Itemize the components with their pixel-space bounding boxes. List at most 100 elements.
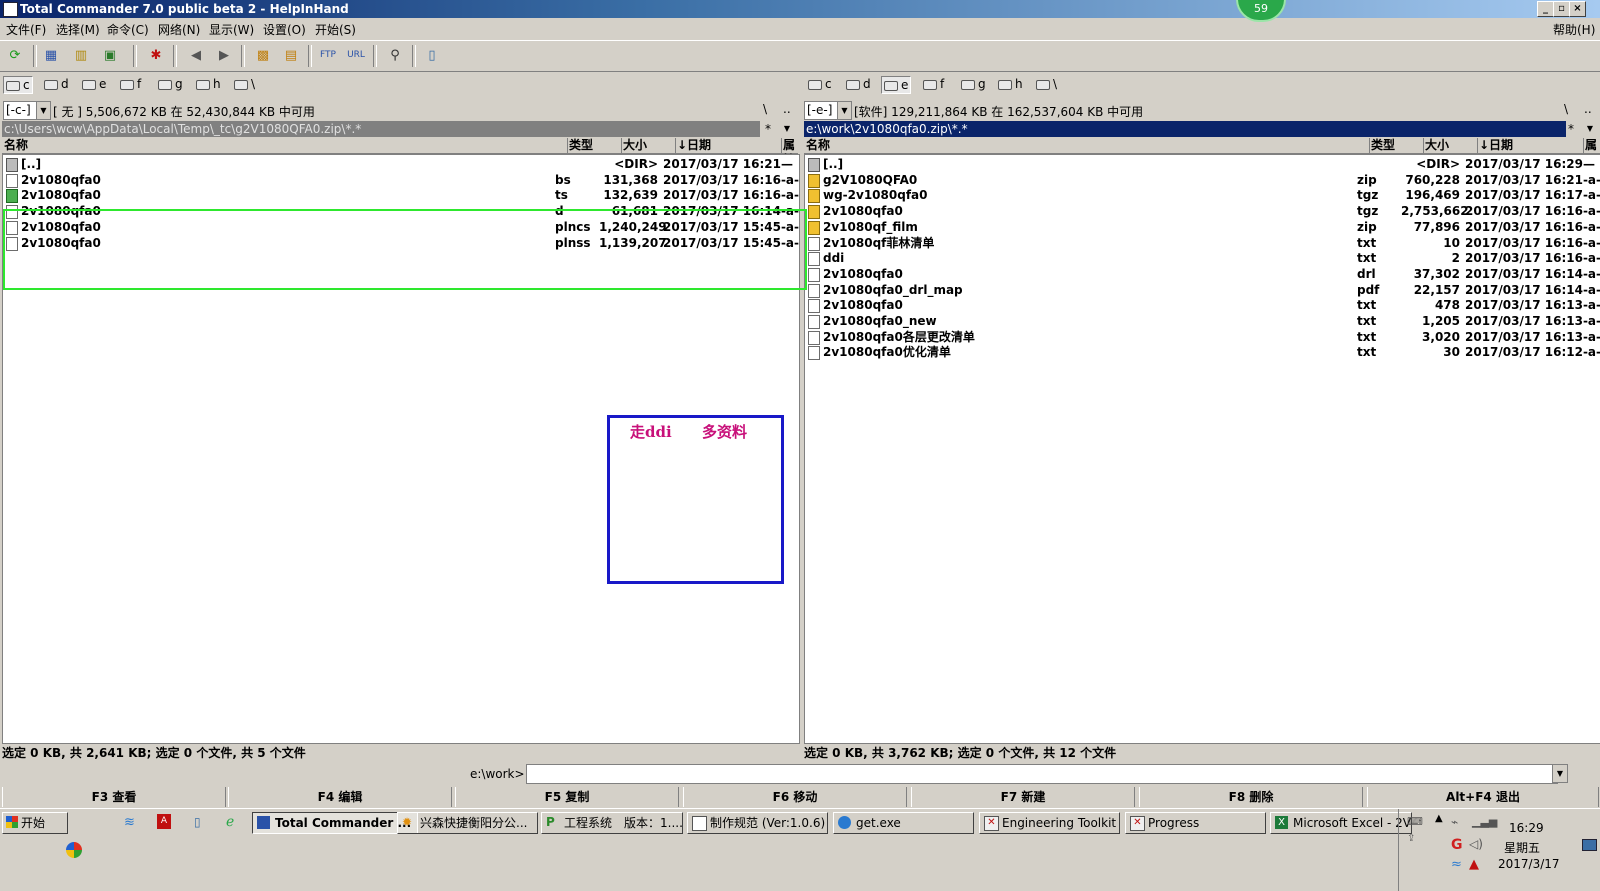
usb-icon[interactable]: ⌁ — [1451, 815, 1458, 829]
restore-button[interactable]: ▫ — [1553, 1, 1570, 17]
taskbar-engineering-toolkit[interactable]: ✕Engineering Toolkit 9.... — [979, 812, 1120, 834]
minimize-button[interactable]: _ — [1537, 1, 1554, 17]
menu-show[interactable]: 显示(W) — [209, 21, 254, 38]
alt-f4-exit-button[interactable]: Alt+F4 退出 — [1367, 787, 1599, 807]
menu-network[interactable]: 网络(N) — [158, 21, 200, 38]
left-drive-d[interactable]: d — [42, 76, 71, 92]
right-root-button[interactable]: \ — [1564, 102, 1568, 116]
show-desktop-icon[interactable] — [1582, 839, 1597, 851]
f3-view-button[interactable]: F3 查看 — [2, 787, 226, 807]
left-up-button[interactable]: .. — [783, 102, 791, 116]
refresh-icon[interactable]: ⟳ — [6, 46, 24, 64]
f5-copy-button[interactable]: F5 复制 — [455, 787, 679, 807]
file-row[interactable]: [..] <DIR> 2017/03/17 16:21— — [3, 156, 799, 172]
full-view-icon[interactable]: ▥ — [72, 46, 90, 64]
right-drive-f[interactable]: f — [921, 76, 946, 92]
menu-file[interactable]: 文件(F) — [6, 21, 46, 38]
keyboard-icon[interactable]: ⌨ — [1407, 815, 1423, 828]
left-drive-network[interactable]: \ — [232, 76, 257, 92]
quicklaunch-browser-icon[interactable]: ℯ — [226, 814, 234, 830]
network-tray-icon[interactable]: ≈ — [1451, 857, 1462, 872]
back-arrow-icon[interactable]: ◀ — [187, 46, 205, 64]
quicklaunch-desktop-icon[interactable]: ≋ — [124, 815, 135, 830]
left-drive-h[interactable]: h — [194, 76, 223, 92]
left-hotlist-chevron-icon[interactable]: ▼ — [778, 121, 796, 137]
tray-expand-icon[interactable]: ⇪ — [1407, 833, 1415, 844]
title-bar[interactable]: Total Commander 7.0 public beta 2 - Help… — [0, 0, 1600, 18]
right-drive-d[interactable]: d — [844, 76, 873, 92]
right-col-date[interactable]: ↓日期 — [1479, 138, 1584, 153]
left-drive-dropdown[interactable]: [-c-] ▼ — [3, 101, 51, 120]
left-col-size[interactable]: 大小 — [623, 138, 676, 153]
menu-commands[interactable]: 命令(C) — [107, 21, 149, 38]
taskbar-engineering-system[interactable]: P 工程系统 版本：1.... — [541, 812, 683, 834]
file-row[interactable]: 2v1080qf菲林清单 txt 10 2017/03/17 16:16-a- — [805, 235, 1600, 251]
file-row[interactable]: 2v1080qfa0 txt 478 2017/03/17 16:13-a- — [805, 297, 1600, 314]
volume-icon[interactable]: ◁) — [1469, 837, 1483, 851]
left-history-star-button[interactable]: * — [759, 121, 777, 137]
signal-icon[interactable]: ▁▃▅ — [1472, 815, 1497, 828]
left-col-ext[interactable]: 类型 — [569, 138, 622, 153]
clock-time[interactable]: 16:29 — [1509, 821, 1544, 835]
left-drive-f[interactable]: f — [118, 76, 143, 92]
taskbar-production-spec[interactable]: 制作规范 (Ver:1.0.6) — [687, 812, 828, 834]
taskbar-get-exe[interactable]: get.exe — [833, 812, 974, 834]
menu-help[interactable]: 帮助(H) — [1553, 21, 1595, 38]
input-method-icon[interactable]: G — [1451, 837, 1463, 853]
url-connect-icon[interactable]: URL — [347, 46, 365, 64]
right-col-size[interactable]: 大小 — [1425, 138, 1478, 153]
start-button[interactable]: 开始 — [2, 812, 68, 834]
left-col-date[interactable]: ↓日期 — [677, 138, 782, 153]
file-row[interactable]: ddi txt 2 2017/03/17 16:16-a- — [805, 250, 1600, 267]
left-root-button[interactable]: \ — [763, 102, 767, 116]
file-row[interactable]: 2v1080qfa0 ts 132,639 2017/03/17 16:16-a- — [3, 187, 799, 204]
right-col-name[interactable]: 名称 — [806, 138, 1370, 153]
right-col-attr[interactable]: 属性 — [1585, 138, 1600, 153]
antivirus-icon[interactable]: ▲ — [1469, 857, 1479, 872]
right-drive-dropdown[interactable]: [-e-] ▼ — [804, 101, 852, 120]
right-history-star-button[interactable]: * — [1562, 121, 1580, 137]
command-history-chevron-icon[interactable]: ▼ — [1552, 764, 1568, 783]
left-drive-g[interactable]: g — [156, 76, 185, 92]
file-row[interactable]: 2v1080qfa0各层更改清单 txt 3,020 2017/03/17 16:13… — [805, 329, 1600, 345]
unpack-files-icon[interactable]: ▤ — [282, 46, 300, 64]
taskbar-microsoft-excel[interactable]: XMicrosoft Excel - 2V1... — [1270, 812, 1412, 834]
file-row[interactable]: wg-2v1080qfa0 tgz 196,469 2017/03/17 16:17-… — [805, 187, 1600, 204]
right-up-button[interactable]: .. — [1584, 102, 1592, 116]
menu-configuration[interactable]: 设置(O) — [263, 21, 306, 38]
ftp-connect-icon[interactable]: FTP — [319, 46, 337, 64]
f7-new-folder-button[interactable]: F7 新建 — [911, 787, 1135, 807]
quicklaunch-app-icon[interactable] — [66, 842, 82, 858]
right-hotlist-chevron-icon[interactable]: ▼ — [1581, 121, 1599, 137]
menu-start[interactable]: 开始(S) — [315, 21, 356, 38]
file-row[interactable]: g2V1080QFA0 zip 760,228 2017/03/17 16:21-a- — [805, 172, 1600, 188]
left-col-name[interactable]: 名称 — [4, 138, 568, 153]
file-row[interactable]: 2v1080qfa0 bs 131,368 2017/03/17 16:16-a- — [3, 172, 799, 188]
taskbar-total-commander[interactable]: Total Commander ... — [252, 812, 418, 834]
left-drive-c[interactable]: c — [3, 76, 33, 94]
forward-arrow-icon[interactable]: ▶ — [215, 46, 233, 64]
thumbnail-view-icon[interactable]: ▣ — [101, 46, 119, 64]
right-drive-c[interactable]: c — [806, 76, 834, 92]
file-row[interactable]: 2v1080qfa0 drl 37,302 2017/03/17 16:14-a- — [805, 266, 1600, 282]
taskbar-progress[interactable]: ✕ Progress — [1125, 812, 1266, 834]
f4-edit-button[interactable]: F4 编辑 — [228, 787, 452, 807]
invert-selection-icon[interactable]: ✱ — [147, 46, 165, 64]
right-drive-e[interactable]: e — [881, 76, 912, 94]
right-drive-h[interactable]: h — [996, 76, 1025, 92]
f8-delete-button[interactable]: F8 删除 — [1139, 787, 1363, 807]
right-current-path[interactable]: e:\work\2v1080qfa0.zip\*.* — [804, 121, 1566, 137]
binoculars-search-icon[interactable]: ⚲ — [386, 46, 404, 64]
chevron-down-icon[interactable]: ▼ — [36, 102, 50, 119]
left-current-path[interactable]: c:\Users\wcw\AppData\Local\Temp\_tc\g2V1… — [2, 121, 760, 137]
right-drive-network[interactable]: \ — [1034, 76, 1059, 92]
left-col-attr[interactable]: 属性 — [783, 138, 803, 167]
file-row[interactable]: 2v1080qf_film zip 77,896 2017/03/17 16:16-a… — [805, 219, 1600, 235]
f6-move-button[interactable]: F6 移动 — [683, 787, 907, 807]
close-button[interactable]: × — [1569, 1, 1586, 17]
brief-view-icon[interactable]: ▦ — [42, 46, 60, 64]
notepad-icon[interactable]: ▯ — [423, 46, 441, 64]
menu-select[interactable]: 选择(M) — [56, 21, 100, 38]
right-col-ext[interactable]: 类型 — [1371, 138, 1424, 153]
quicklaunch-pdf-icon[interactable]: A — [157, 814, 171, 829]
